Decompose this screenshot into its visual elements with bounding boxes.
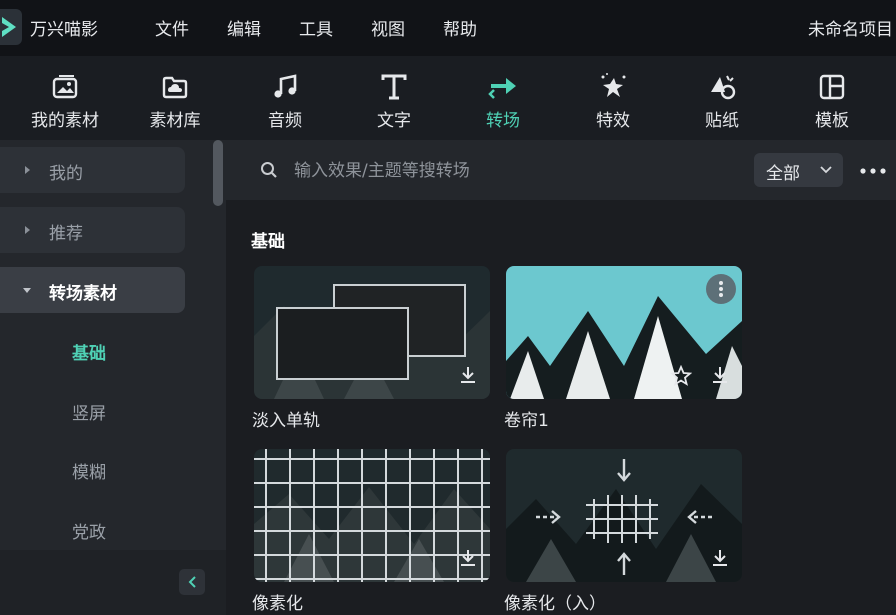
- search-input[interactable]: [294, 157, 734, 185]
- tool-sticker[interactable]: 贴纸: [672, 56, 772, 140]
- transition-thumbnail: [254, 266, 490, 399]
- chevron-down-icon: [820, 166, 832, 174]
- app-logo-icon: [2, 17, 16, 37]
- sidebar-item-political[interactable]: 党政: [72, 518, 106, 543]
- menu-edit[interactable]: 编辑: [227, 15, 261, 40]
- sidebar-scrollbar[interactable]: [213, 140, 223, 206]
- sidebar-group-label: 推荐: [49, 224, 83, 244]
- tool-label: 我的素材: [31, 111, 99, 131]
- sidebar-item-blur[interactable]: 模糊: [72, 458, 106, 483]
- music-note-icon: [274, 74, 297, 98]
- sticker-icon: [711, 75, 736, 100]
- dot: [719, 287, 723, 291]
- sidebar-item-vertical[interactable]: 竖屏: [72, 399, 106, 424]
- sidebar-group-mine[interactable]: 我的: [0, 147, 185, 193]
- star-favorite-icon[interactable]: [670, 365, 692, 387]
- menu-file[interactable]: 文件: [155, 15, 189, 40]
- tool-my-media[interactable]: 我的素材: [15, 56, 115, 140]
- category-filter-select[interactable]: 全部: [754, 153, 843, 187]
- transition-arrows-icon: [488, 78, 516, 99]
- tool-template[interactable]: 模板: [782, 56, 882, 140]
- app-name: 万兴喵影: [30, 20, 98, 40]
- menu-view[interactable]: 视图: [371, 15, 405, 40]
- tool-audio[interactable]: 音频: [235, 56, 335, 140]
- tool-stock-library[interactable]: 素材库: [125, 56, 225, 140]
- transition-thumbnail: [506, 449, 742, 582]
- sidebar-group-transition-assets[interactable]: 转场素材: [0, 267, 185, 313]
- caret-right-icon: [25, 226, 30, 234]
- transition-card-pixelate-in[interactable]: [506, 449, 742, 582]
- my-media-icon: [52, 75, 78, 99]
- dot: [719, 293, 723, 297]
- download-icon[interactable]: [709, 547, 731, 569]
- card-label: 卷帘1: [504, 411, 549, 431]
- tool-label: 文字: [377, 111, 411, 131]
- card-label: 淡入单轨: [252, 411, 320, 431]
- card-label: 像素化: [252, 594, 303, 614]
- tool-transition[interactable]: 转场: [453, 56, 553, 140]
- toolbar: 我的素材 素材库 音频 文字 转场 特效 贴纸 模板: [0, 56, 896, 140]
- effects-sparkle-icon: [601, 73, 626, 97]
- menu-help[interactable]: 帮助: [443, 15, 477, 40]
- tool-text[interactable]: 文字: [344, 56, 444, 140]
- transition-card-pixelate[interactable]: [254, 449, 490, 582]
- sidebar-item-basic[interactable]: 基础: [72, 339, 106, 364]
- caret-right-icon: [25, 166, 30, 174]
- menu-tools[interactable]: 工具: [299, 15, 333, 40]
- tool-label: 特效: [596, 111, 630, 131]
- card-label: 像素化（入）: [504, 594, 606, 614]
- more-options-icon[interactable]: [858, 160, 888, 182]
- sidebar-group-label: 我的: [49, 164, 83, 184]
- card-more-button[interactable]: [706, 274, 736, 304]
- sidebar-group-label: 转场素材: [49, 284, 117, 304]
- filter-value: 全部: [766, 164, 800, 184]
- transition-thumbnail: [254, 449, 490, 582]
- download-icon[interactable]: [457, 364, 479, 386]
- template-icon: [819, 74, 845, 100]
- dot: [719, 281, 723, 285]
- transition-card-fade-single[interactable]: [254, 266, 490, 399]
- tool-effects[interactable]: 特效: [563, 56, 663, 140]
- tool-label: 转场: [486, 111, 520, 131]
- tool-label: 素材库: [149, 111, 201, 131]
- text-icon: [381, 74, 407, 100]
- stock-library-icon: [162, 76, 188, 99]
- caret-down-icon: [23, 288, 31, 293]
- chevron-left-icon: [188, 576, 196, 588]
- sidebar-group-recommended[interactable]: 推荐: [0, 207, 185, 253]
- tool-label: 音频: [268, 111, 302, 131]
- collapse-sidebar-button[interactable]: [179, 569, 205, 595]
- tool-label: 模板: [815, 111, 849, 131]
- tool-label: 贴纸: [705, 111, 739, 131]
- search-icon: [261, 162, 277, 178]
- project-title[interactable]: 未命名项目: [808, 15, 893, 40]
- app-logo: [0, 9, 22, 45]
- download-icon[interactable]: [457, 547, 479, 569]
- download-icon[interactable]: [709, 364, 731, 386]
- section-title: 基础: [251, 232, 285, 252]
